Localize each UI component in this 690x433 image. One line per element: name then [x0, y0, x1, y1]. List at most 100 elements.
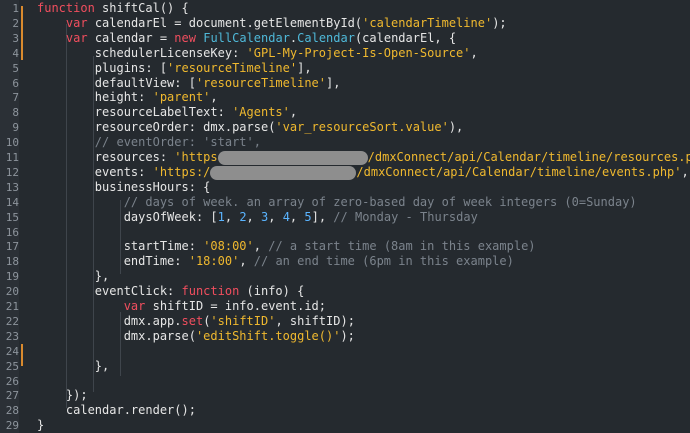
- code-text: ],: [297, 61, 312, 75]
- code-text: ],: [326, 76, 341, 90]
- class-name: Calendar: [297, 31, 355, 45]
- line-number: 22: [5, 315, 19, 328]
- line-number: 6: [12, 77, 19, 90]
- code-line-14[interactable]: // days of week. an array of zero-based …: [37, 195, 690, 210]
- code-text: calendar.render();: [65, 403, 196, 417]
- number-literal: 2: [239, 210, 247, 224]
- code-line-22[interactable]: dmx.app.set('shiftID', shiftID);: [37, 314, 690, 329]
- line-number: 9: [12, 121, 19, 134]
- line-number: 27: [5, 389, 19, 402]
- line-number: 29: [5, 419, 19, 432]
- string-literal: '18:00': [188, 254, 240, 268]
- code-line-28[interactable]: calendar.render();: [37, 403, 690, 418]
- code-line-9[interactable]: resourceOrder: dmx.parse('var_resourceSo…: [37, 120, 690, 135]
- code-line-6[interactable]: defaultView: ['resourceTimeline'],: [37, 76, 690, 91]
- code-text: , shiftID);: [275, 314, 355, 328]
- code-text: },: [94, 359, 110, 373]
- string-literal: 'resourceTimeline': [167, 61, 298, 75]
- code-line-23[interactable]: dmx.parse('editShift.toggle()');: [37, 329, 690, 344]
- code-line-15[interactable]: daysOfWeek: [1, 2, 3, 4, 5], // Monday -…: [37, 210, 690, 225]
- string-literal: 'resourceTimeline': [195, 76, 326, 90]
- line-number: 4: [12, 47, 19, 60]
- code-text: calendarEl = document.getElementById(: [87, 16, 363, 30]
- code-text: defaultView: [: [94, 76, 196, 90]
- string-literal: '08:00': [203, 239, 254, 253]
- code-text: ,: [239, 254, 254, 268]
- code-editor[interactable]: 1 2 3 4 5 6 7 8 9 10 11 12 13 14 15 16 17 18 19 20 21 22 23 24 2…: [0, 0, 690, 433]
- line-number: 8: [12, 106, 19, 119]
- number-literal: 5: [304, 210, 312, 224]
- code-line-11[interactable]: resources: 'https/dmxConnect/api/Calenda…: [37, 150, 690, 165]
- code-line-17[interactable]: startTime: '08:00', // a start time (8am…: [37, 239, 690, 254]
- code-text: ,: [289, 210, 305, 224]
- code-text: shiftCal() {: [94, 1, 189, 15]
- code-line-1[interactable]: function shiftCal() {: [37, 1, 690, 16]
- code-line-24[interactable]: [37, 344, 690, 359]
- keyword: function: [181, 284, 240, 298]
- code-line-26[interactable]: [37, 374, 690, 389]
- line-number: 12: [5, 166, 19, 179]
- code-text: resources:: [94, 150, 175, 164]
- line-number: 7: [12, 91, 19, 104]
- code-line-19[interactable]: },: [37, 269, 690, 284]
- code-line-2[interactable]: var calendarEl = document.getElementById…: [37, 16, 690, 31]
- code-line-20[interactable]: eventClick: function (info) {: [37, 284, 690, 299]
- code-text: shiftID = info.event.id;: [145, 299, 327, 313]
- code-line-21[interactable]: var shiftID = info.event.id;: [37, 299, 690, 314]
- code-line-13[interactable]: businessHours: {: [37, 180, 690, 195]
- line-number: 15: [5, 211, 19, 224]
- code-line-5[interactable]: plugins: ['resourceTimeline'],: [37, 61, 690, 76]
- code-line-12[interactable]: events: 'https:/ /dmxConnect/api/Calendar…: [37, 165, 690, 180]
- line-number: 1: [12, 2, 19, 15]
- code-line-4[interactable]: schedulerLicenseKey: 'GPL-My-Project-Is-…: [37, 46, 690, 61]
- string-literal: 'https:/: [152, 165, 211, 179]
- code-line-8[interactable]: resourceLabelText: 'Agents',: [37, 105, 690, 120]
- keyword: var: [65, 16, 88, 30]
- line-number: 2: [12, 17, 19, 30]
- code-line-25[interactable]: },: [37, 359, 690, 374]
- code-line-16[interactable]: [37, 225, 690, 240]
- code-text: }: [37, 418, 45, 432]
- code-text: businessHours: {: [94, 180, 211, 194]
- line-number: 5: [12, 62, 19, 75]
- line-number: 14: [5, 196, 19, 209]
- line-number: 20: [5, 285, 19, 298]
- string-literal: 'Agents': [232, 105, 290, 119]
- code-text: height:: [94, 90, 153, 104]
- code-text: schedulerLicenseKey:: [94, 46, 247, 60]
- code-text: ,: [224, 210, 240, 224]
- code-line-29[interactable]: }: [37, 418, 690, 433]
- code-line-18[interactable]: endTime: '18:00', // an end time (6pm in…: [37, 254, 690, 269]
- comment: // eventOrder: 'start',: [94, 135, 261, 149]
- string-literal: 'editShift.toggle()': [195, 329, 341, 343]
- number-literal: 1: [217, 210, 225, 224]
- code-text: eventClick:: [94, 284, 182, 298]
- code-line-3[interactable]: var calendar = new FullCalendar.Calendar…: [37, 31, 690, 46]
- code-text: resourceOrder: dmx.parse(: [94, 120, 276, 134]
- code-line-27[interactable]: });: [37, 388, 690, 403]
- code-line-7[interactable]: height: 'parent',: [37, 90, 690, 105]
- code-text: });: [65, 388, 88, 402]
- code-line-10[interactable]: // eventOrder: 'start',: [37, 135, 690, 150]
- line-number: 19: [5, 270, 19, 283]
- string-literal: 'parent': [152, 90, 211, 104]
- code-text: endTime:: [123, 254, 189, 268]
- code-text: plugins: [: [94, 61, 168, 75]
- string-literal: 'var_resourceSort.value': [275, 120, 449, 134]
- code-text: calendar =: [87, 31, 175, 45]
- string-literal: 'https: [174, 150, 218, 164]
